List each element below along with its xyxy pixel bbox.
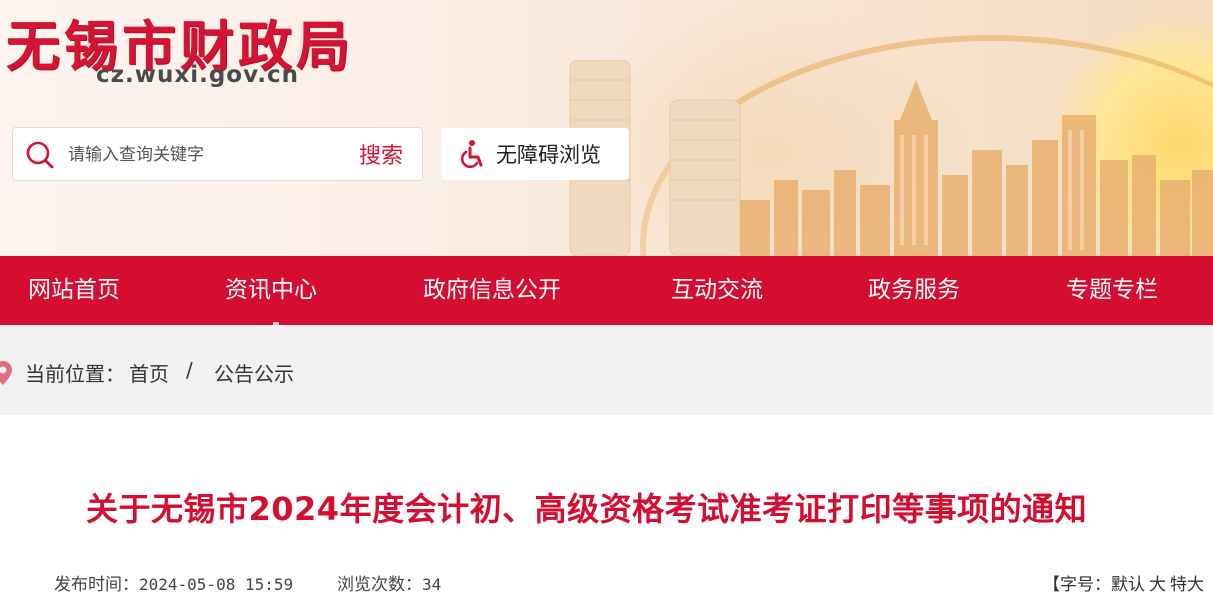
publish-time-label: 发布时间： [54, 575, 139, 595]
breadcrumb: 当前位置： 首页 / 公告公示 [0, 325, 1213, 415]
city-skyline-decoration [740, 80, 1213, 256]
location-pin-icon [0, 361, 12, 385]
main-nav: 网站首页 资讯中心 政府信息公开 互动交流 政务服务 专题专栏 [0, 256, 1213, 325]
accessibility-label: 无障碍浏览 [496, 143, 601, 167]
font-size-extra-large[interactable]: 特大 [1170, 575, 1204, 595]
publish-time-value: 2024-05-08 15:59 [139, 575, 294, 594]
breadcrumb-prefix: 当前位置： [25, 362, 125, 386]
site-domain: cz.wuxi.gov.cn [96, 62, 299, 88]
nav-item-gov-info[interactable]: 政府信息公开 [423, 256, 561, 325]
wheelchair-icon [460, 140, 483, 169]
breadcrumb-home-link[interactable]: 首页 [129, 362, 169, 386]
header-banner: 无锡市财政局 cz.wuxi.gov.cn 搜索 无障碍浏览 [0, 0, 1213, 256]
search-button[interactable]: 搜索 [359, 138, 403, 170]
accessibility-button[interactable]: 无障碍浏览 [441, 128, 629, 180]
nav-item-services[interactable]: 政务服务 [868, 256, 960, 325]
font-size-control: 【字号：默认大特大 [1043, 570, 1204, 595]
search-box: 搜索 [12, 127, 423, 181]
breadcrumb-announcements-link[interactable]: 公告公示 [214, 362, 294, 386]
font-size-large[interactable]: 大 [1149, 575, 1166, 595]
search-input[interactable] [68, 140, 328, 170]
nav-item-interaction[interactable]: 互动交流 [671, 256, 763, 325]
article-title: 关于无锡市2024年度会计初、高级资格考试准考证打印等事项的通知 [86, 490, 1088, 528]
view-count-label: 浏览次数： [337, 575, 422, 595]
nav-item-home[interactable]: 网站首页 [28, 256, 120, 325]
view-count: 浏览次数：34 [337, 570, 441, 595]
font-size-prefix: 【字号： [1043, 575, 1111, 595]
publish-time: 发布时间：2024-05-08 15:59 [54, 570, 293, 595]
nav-item-news-center[interactable]: 资讯中心 [225, 256, 317, 325]
breadcrumb-separator: / [186, 358, 193, 382]
nav-item-special-topics[interactable]: 专题专栏 [1066, 256, 1158, 325]
view-count-value: 34 [422, 575, 442, 594]
search-icon [26, 141, 54, 169]
font-size-default[interactable]: 默认 [1111, 575, 1145, 595]
